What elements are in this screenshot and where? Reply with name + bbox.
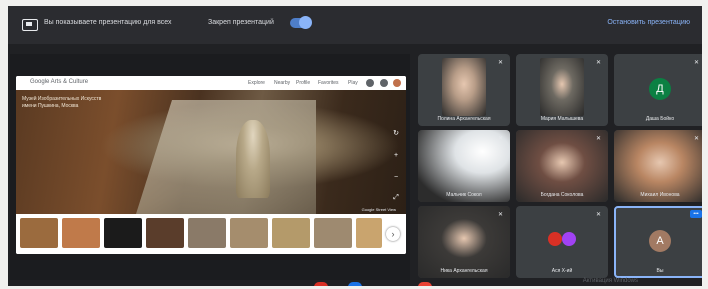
presentation-bar: Вы показываете презентацию для всех Закр… <box>8 6 702 44</box>
camera-button[interactable] <box>418 282 432 286</box>
zoom-in-icon[interactable]: + <box>392 152 400 160</box>
participant-name: Ася Х-ий <box>551 268 573 274</box>
participant-name: Мальчик Сокол <box>446 192 482 198</box>
thumbnail[interactable] <box>188 218 226 248</box>
meet-window: Вы показываете презентацию для всех Закр… <box>8 6 702 286</box>
participant-avatar: А <box>649 230 671 252</box>
windows-activation-watermark: Активация Windows <box>582 278 638 284</box>
street-view-panorama[interactable]: Музей Изобразительных Искусств имени Пуш… <box>16 90 406 214</box>
participant-tile[interactable]: ✕ Мальчик Сокол <box>418 130 510 202</box>
site-header: Google Arts & Culture Explore Nearby Pro… <box>16 76 406 91</box>
site-tab[interactable]: Play <box>348 80 358 86</box>
thumbnail[interactable] <box>230 218 268 248</box>
participant-name: Богдана Соколова <box>540 192 584 198</box>
mic-off-icon: ✕ <box>497 60 504 66</box>
participant-tile[interactable]: А ••• Вы <box>614 206 702 278</box>
speaking-indicator-icon: ••• <box>690 210 702 218</box>
apps-icon[interactable] <box>380 79 388 87</box>
search-icon[interactable] <box>366 79 374 87</box>
thumbnail-strip: › <box>16 214 406 254</box>
mic-off-icon: ✕ <box>693 60 700 66</box>
pin-presentation-label: Закреп презентаций <box>208 19 274 26</box>
fullscreen-icon[interactable]: ⤢ <box>392 194 400 202</box>
thumbnail[interactable] <box>356 218 382 248</box>
participant-name: Ника Архангельская <box>440 268 488 274</box>
participant-tile[interactable]: ✕ Богдана Соколова <box>516 130 608 202</box>
thumbnail[interactable] <box>20 218 58 248</box>
image-credit: Google Street View <box>361 207 396 212</box>
participant-video <box>442 58 486 116</box>
site-tab[interactable]: Explore <box>248 80 265 86</box>
site-tab[interactable]: Nearby <box>274 80 290 86</box>
shared-screen: Google Arts & Culture Explore Nearby Pro… <box>10 54 410 280</box>
mic-off-icon: ✕ <box>595 212 602 218</box>
participant-name: Мария Малышева <box>540 116 584 122</box>
toggle-knob <box>299 16 312 29</box>
present-screen-icon <box>22 19 38 31</box>
participant-name: Даша Бойко <box>645 116 675 122</box>
stop-presenting-button[interactable]: Остановить презентацию <box>607 19 690 26</box>
participant-avatar: Д <box>649 78 671 100</box>
end-call-button[interactable] <box>314 282 328 286</box>
participant-video <box>540 58 584 116</box>
mic-button[interactable] <box>348 282 362 286</box>
mic-off-icon: ✕ <box>693 136 700 142</box>
mic-off-icon: ✕ <box>595 136 602 142</box>
shared-browser-window: Google Arts & Culture Explore Nearby Pro… <box>16 76 406 254</box>
presenting-status: Вы показываете презентацию для всех <box>44 19 172 26</box>
participant-tile[interactable]: ✕ Полина Архангельская <box>418 54 510 126</box>
site-logo: Google Arts & Culture <box>30 79 89 85</box>
thumbnail[interactable] <box>272 218 310 248</box>
pin-presentation-toggle[interactable] <box>290 16 312 29</box>
participant-name: Вы <box>656 268 664 274</box>
panorama-floor <box>136 100 316 214</box>
mic-off-icon: ✕ <box>595 60 602 66</box>
thumbnail[interactable] <box>104 218 142 248</box>
participant-name: Михаил Ивонова <box>640 192 680 198</box>
participant-tile[interactable]: ✕ Михаил Ивонова <box>614 130 702 202</box>
zoom-out-icon[interactable]: − <box>392 174 400 182</box>
participant-tile[interactable]: ✕ Ника Архангельская <box>418 206 510 278</box>
account-avatar-icon[interactable] <box>393 79 401 87</box>
sculpture-image <box>236 120 270 198</box>
site-tab[interactable]: Favorites <box>318 80 339 86</box>
mic-off-icon: ✕ <box>497 212 504 218</box>
participant-name: Полина Архангельская <box>437 116 491 122</box>
site-tab[interactable]: Profile <box>296 80 310 86</box>
mic-off-icon: ✕ <box>497 136 504 142</box>
rotate-icon[interactable]: ↻ <box>392 130 400 138</box>
thumbnail[interactable] <box>314 218 352 248</box>
location-caption: Музей Изобразительных Искусств имени Пуш… <box>22 96 102 109</box>
participant-avatar <box>548 232 562 246</box>
participant-tile[interactable]: Д ✕ Даша Бойко <box>614 54 702 126</box>
participant-avatar <box>562 232 576 246</box>
participant-tile[interactable]: ✕ Ася Х-ий <box>516 206 608 278</box>
thumbnail[interactable] <box>146 218 184 248</box>
participant-tile[interactable]: ✕ Мария Малышева <box>516 54 608 126</box>
next-arrow-icon[interactable]: › <box>386 227 400 241</box>
thumbnail[interactable] <box>62 218 100 248</box>
